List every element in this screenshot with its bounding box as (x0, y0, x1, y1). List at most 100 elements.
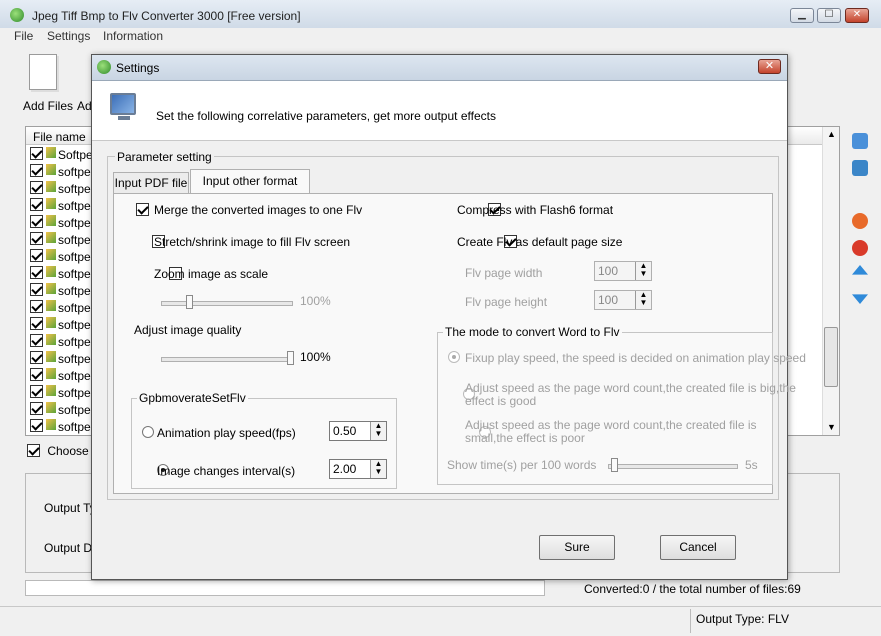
list-item-checkbox[interactable] (30, 232, 43, 245)
minimize-button[interactable]: ▁ (790, 8, 814, 23)
show-time-value: 5s (745, 458, 758, 472)
status-divider (690, 609, 691, 633)
scroll-down-arrow[interactable]: ▼ (827, 422, 836, 432)
list-view-icon[interactable] (852, 133, 868, 149)
list-item-checkbox[interactable] (30, 198, 43, 211)
list-item-checkbox[interactable] (30, 266, 43, 279)
list-item-checkbox[interactable] (30, 300, 43, 313)
tab-input-pdf[interactable]: Input PDF file (113, 172, 189, 194)
dialog-app-icon (97, 60, 111, 74)
menu-settings[interactable]: Settings (47, 29, 90, 43)
choose-all-checkbox[interactable] (27, 444, 40, 457)
delete-all-icon[interactable] (852, 240, 868, 256)
scroll-up-arrow[interactable]: ▲ (827, 129, 836, 139)
zoom-slider[interactable] (161, 294, 293, 312)
list-item-checkbox[interactable] (30, 215, 43, 228)
list-item-label: softpe (58, 335, 91, 349)
choose-all-row[interactable]: Choose a (27, 444, 99, 460)
show-time-label: Show time(s) per 100 words (447, 458, 597, 472)
list-item-label: softpe (58, 199, 91, 213)
tab-input-other[interactable]: Input other format files (190, 169, 310, 210)
anim-speed-spin-buttons[interactable]: ▲ ▼ (370, 422, 386, 440)
mode-fixup-radio[interactable] (448, 351, 460, 363)
stretch-label: Stretch/shrink image to fill Flv screen (154, 235, 351, 249)
gpb-group: GpbmoverateSetFlv Animation play speed(f… (131, 391, 397, 489)
list-item-checkbox[interactable] (30, 385, 43, 398)
parameter-setting-group: Parameter setting Input PDF file Input o… (107, 150, 806, 500)
flv-width-spin-buttons[interactable]: ▲ ▼ (635, 262, 651, 280)
anim-speed-spinner[interactable]: 0.50 ▲ ▼ (329, 421, 387, 441)
show-time-slider[interactable] (608, 457, 738, 475)
list-item-checkbox[interactable] (30, 181, 43, 194)
anim-speed-value: 0.50 (333, 424, 357, 438)
file-type-icon (46, 351, 56, 362)
file-type-icon (46, 317, 56, 328)
settings-dialog: Settings ✕ Set the following correlative… (91, 54, 806, 580)
merge-label: Merge the converted images to one Flv (154, 203, 363, 217)
flv-height-spinner[interactable]: 100 ▲ ▼ (594, 290, 652, 310)
flv-width-label: Flv page width (465, 266, 543, 280)
output-type-label: Output Ty (44, 501, 96, 515)
file-type-icon (46, 215, 56, 226)
list-item-label: softpe (58, 250, 91, 264)
dialog-title-bar: Settings ✕ (92, 55, 787, 81)
merge-checkbox[interactable] (136, 203, 149, 216)
list-item-checkbox[interactable] (30, 351, 43, 364)
add-files-button[interactable]: Add Files (23, 99, 73, 113)
list-item-checkbox[interactable] (30, 368, 43, 381)
quality-slider[interactable] (161, 350, 294, 368)
sure-button[interactable]: Sure (539, 535, 615, 560)
list-item-checkbox[interactable] (30, 147, 43, 160)
flv-width-spinner[interactable]: 100 ▲ ▼ (594, 261, 652, 281)
add-files-icon[interactable] (29, 54, 57, 90)
list-item-label: softpe (58, 284, 91, 298)
file-type-icon (46, 198, 56, 209)
add-item-icon[interactable] (852, 160, 868, 176)
add-folder-button[interactable]: Ad (77, 99, 92, 113)
show-time-slider-thumb[interactable] (611, 458, 618, 472)
list-item-label: softpe (58, 318, 91, 332)
close-button[interactable]: ✕ (845, 8, 869, 23)
file-type-icon (46, 402, 56, 413)
img-interval-spin-buttons[interactable]: ▲ ▼ (370, 460, 386, 478)
status-bar: Output Type: FLV (0, 606, 881, 636)
maximize-button[interactable]: ☐ (817, 8, 841, 23)
zoom-slider-thumb[interactable] (186, 295, 193, 309)
flv-height-spin-buttons[interactable]: ▲ ▼ (635, 291, 651, 309)
dialog-close-button[interactable]: ✕ (758, 59, 781, 74)
word-mode-group-label: The mode to convert Word to Flv (443, 325, 622, 339)
dialog-title: Settings (116, 61, 160, 75)
list-item-checkbox[interactable] (30, 283, 43, 296)
list-item-label: softpe (58, 352, 91, 366)
list-item-checkbox[interactable] (30, 249, 43, 262)
img-interval-spinner[interactable]: 2.00 ▲ ▼ (329, 459, 387, 479)
list-item-label: softpe (58, 386, 91, 400)
file-type-icon (46, 300, 56, 311)
column-file-name[interactable]: File name (33, 130, 86, 144)
mode-small-label-2: small,the effect is poor (465, 431, 585, 445)
compress-label: Compress with Flash6 format (457, 203, 614, 217)
list-item-label: softpe (58, 403, 91, 417)
menu-file[interactable]: File (14, 29, 33, 43)
anim-speed-radio[interactable] (142, 426, 154, 438)
remove-icon[interactable] (852, 213, 868, 229)
move-down-icon[interactable] (852, 294, 868, 304)
scroll-thumb[interactable] (824, 327, 838, 387)
list-item-checkbox[interactable] (30, 164, 43, 177)
flv-width-value: 100 (598, 264, 619, 278)
cancel-button[interactable]: Cancel (660, 535, 736, 560)
menu-information[interactable]: Information (103, 29, 163, 43)
list-item-label: softpe (58, 267, 91, 281)
mode-big-label-1: Adjust speed as the page word count,the … (465, 381, 796, 395)
quality-slider-thumb[interactable] (287, 351, 294, 365)
flv-height-label: Flv page height (465, 295, 548, 309)
list-item-checkbox[interactable] (30, 419, 43, 432)
file-type-icon (46, 164, 56, 175)
file-type-icon (46, 181, 56, 192)
list-item-checkbox[interactable] (30, 317, 43, 330)
list-scrollbar[interactable]: ▲ ▼ (822, 127, 839, 435)
move-up-icon[interactable] (852, 265, 868, 275)
parameter-setting-label: Parameter setting (115, 150, 214, 164)
list-item-checkbox[interactable] (30, 402, 43, 415)
list-item-checkbox[interactable] (30, 334, 43, 347)
